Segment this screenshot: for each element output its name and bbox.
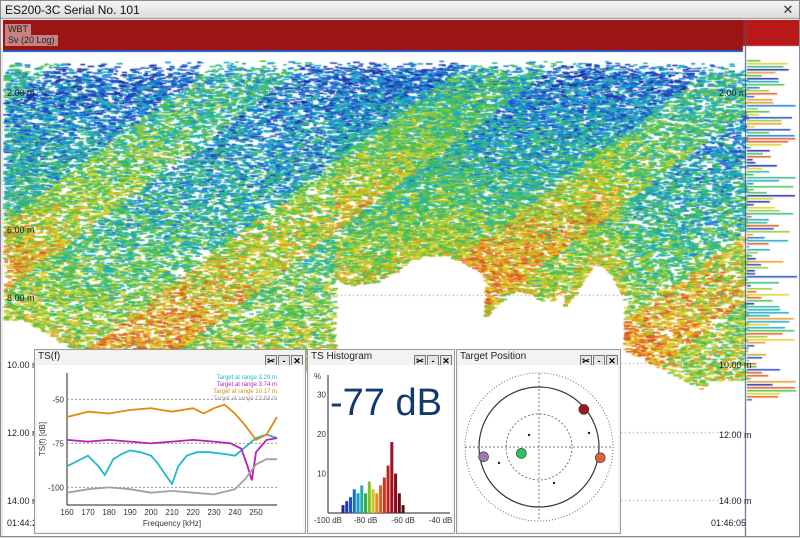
hist-bar (386, 465, 390, 513)
ts-histogram-panel[interactable]: TS Histogram ✂ - ✕ % 10 20 30 -100 dB -80 dB -60… (307, 349, 455, 534)
target-position-chart (464, 372, 614, 522)
hist-bar (349, 497, 353, 513)
hist-bar (401, 505, 405, 513)
ts-legend-entry: Target at range 3.74 m (217, 382, 277, 388)
ts-x-tick-label: 250 (249, 508, 263, 517)
depth-label-left: 2.00 m (7, 88, 35, 98)
hist-bar (397, 493, 401, 513)
target-dot (527, 433, 531, 437)
ts-chart-area: -50 -75 -100 160 170 180 190 200 210 220 230 240 250… (37, 365, 303, 531)
hist-y-unit: % (314, 372, 321, 381)
ts-x-tick-label: 200 (144, 508, 158, 517)
ts-legend-entry: Target at range 13.84 m (213, 396, 277, 402)
hist-bar (375, 493, 379, 513)
hist-y-tick-label: 10 (317, 470, 326, 479)
depth-label-right: 2.00 m (719, 88, 747, 98)
hist-bar (390, 442, 394, 513)
position-chart-area (459, 365, 618, 531)
ts-x-tick-label: 180 (102, 508, 116, 517)
ts-series-line-3 (66, 458, 277, 496)
window-title: ES200-3C Serial No. 101 (5, 3, 140, 17)
hist-bar (382, 477, 386, 513)
hist-bar (367, 481, 371, 513)
ts-legend-entry: Target at range 3.29 m (217, 375, 277, 381)
ts-value-readout: -77 dB (330, 382, 442, 424)
ts-x-tick-label: 190 (123, 508, 137, 517)
close-icon[interactable]: ✕ (781, 2, 795, 18)
time-end: 01:46:05 (711, 518, 747, 528)
hist-y-tick-label: 30 (317, 391, 326, 400)
hist-y-tick-label: 20 (317, 430, 326, 439)
hist-x-tick-label: -40 dB (429, 516, 453, 525)
ts-series-line-1 (66, 437, 278, 481)
ts-series-line-2 (66, 403, 278, 442)
depth-label-left: 6.00 m (7, 225, 35, 235)
target-dark-red (578, 404, 590, 415)
hist-bar (394, 473, 398, 513)
ts-y-tick-label: -50 (52, 395, 64, 404)
hist-bar (352, 489, 356, 513)
depth-label-left: 8.00 m (7, 293, 35, 303)
ts-x-tick-label: 170 (81, 508, 95, 517)
hist-bar (345, 501, 349, 513)
application-window: ES200-3C Serial No. 101 ✕ WBT Sv (20 Log… (0, 0, 800, 537)
title-bar[interactable]: ES200-3C Serial No. 101 ✕ (1, 1, 799, 19)
variable-label: Sv (20 Log) (5, 35, 58, 46)
hist-bar (371, 489, 375, 513)
hist-x-tick-label: -100 dB (314, 516, 342, 525)
channel-label: WBT (5, 24, 31, 35)
hist-bar (356, 493, 360, 513)
target-position-panel[interactable]: Target Position ✂ - ✕ (456, 349, 621, 534)
target-green (516, 448, 527, 459)
ts-y-axis-label: TS(f) [dB] (38, 422, 47, 456)
ts-x-tick-label: 240 (228, 508, 242, 517)
ts-panel-title: TS(f) (38, 351, 61, 362)
histogram-panel-title: TS Histogram (311, 351, 373, 362)
hist-bar (379, 485, 383, 513)
target-dot (552, 481, 556, 485)
ts-x-tick-label: 160 (60, 508, 74, 517)
ts-chart: -50 -75 -100 160 170 180 190 200 210 220 230 240 250… (38, 373, 278, 528)
ts-x-tick-label: 220 (186, 508, 200, 517)
target-lilac (478, 451, 489, 463)
target-orange (595, 452, 606, 464)
ts-x-axis-label: Frequency [kHz] (143, 519, 201, 528)
depth-label-right: 12.00 m (719, 430, 752, 440)
hist-x-tick-label: -60 dB (391, 516, 415, 525)
ts-legend-entry: Target at range 10.17 m (213, 389, 277, 395)
target-dot (497, 461, 501, 465)
hist-bar (341, 505, 345, 513)
histogram-chart-area: % 10 20 30 -100 dB -80 dB -60 dB -40 dB -77 dB (310, 365, 452, 531)
ts-x-tick-label: 210 (165, 508, 179, 517)
position-panel-title: Target Position (460, 351, 527, 362)
target-dot (587, 431, 591, 435)
depth-label-right: 10.00 m (719, 360, 752, 370)
hist-bar (360, 485, 364, 513)
depth-label-right: 14.00 m (719, 496, 752, 506)
ts-y-tick-label: -75 (52, 439, 64, 448)
ts-y-tick-label: -100 (48, 483, 65, 492)
hist-x-tick-label: -80 dB (354, 516, 378, 525)
ts-x-tick-label: 230 (207, 508, 221, 517)
hist-bar (364, 493, 368, 513)
ts-frequency-panel[interactable]: TS(f) ✂ - ✕ -50 -75 -100 160 170 180 190 200 210 22… (34, 349, 306, 534)
